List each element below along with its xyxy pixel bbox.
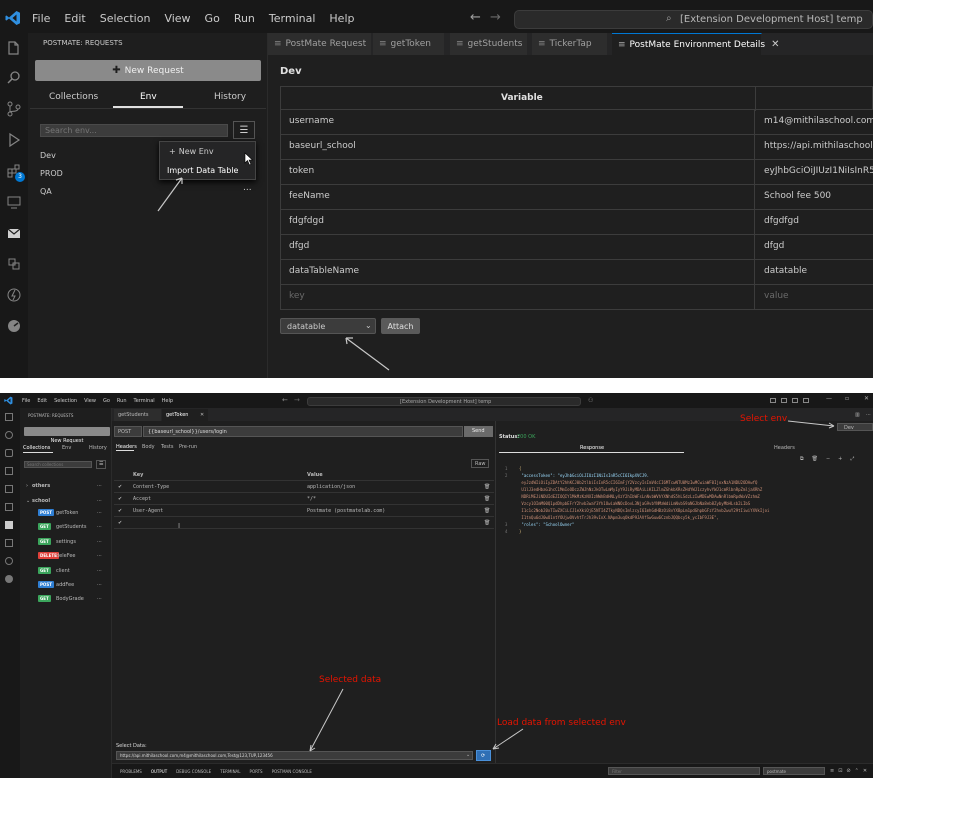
tab-label: TickerTap	[549, 39, 592, 49]
variable-key[interactable]: username	[289, 116, 334, 126]
variable-value[interactable]: m14@mithilaschool.com	[764, 116, 873, 126]
value-placeholder[interactable]: value	[764, 291, 789, 301]
panel-tab-output[interactable]: OUTPUT	[151, 769, 167, 774]
lock-icon[interactable]: ⊡	[838, 768, 842, 774]
variable-row: username m14@mithilaschool.com	[280, 110, 873, 135]
editor-tab-gettoken[interactable]: ≡ getToken	[373, 33, 445, 55]
variable-value[interactable]: datatable	[764, 266, 807, 276]
variable-key[interactable]: dataTableName	[289, 266, 359, 276]
key-placeholder[interactable]: key	[289, 291, 305, 301]
file-icon: ≡	[538, 39, 546, 49]
file-icon: ≡	[379, 39, 387, 49]
close-panel-icon[interactable]: ✕	[863, 768, 867, 774]
file-icon: ≡	[618, 39, 626, 50]
attach-button[interactable]: Attach	[381, 318, 420, 334]
data-table-select[interactable]: datatable ⌄	[280, 318, 376, 334]
attach-label: Attach	[387, 321, 414, 331]
variable-value[interactable]: https://api.mithilaschool.com	[764, 141, 873, 151]
output-channel-value: postmate	[767, 769, 787, 774]
editor-tab-postmate-request[interactable]: ≡ PostMate Request	[268, 33, 372, 55]
data-table-select-value: datatable	[287, 322, 326, 331]
editor-tab-getstudents[interactable]: ≡ getStudents	[450, 33, 528, 55]
chevron-down-icon: ⌄	[365, 321, 372, 330]
annotation-arrows	[309, 420, 835, 752]
arrow-to-select	[345, 337, 390, 371]
tab-label: getToken	[390, 39, 431, 49]
variable-value[interactable]: eyJhbGciOiJIUzI1NiIsInR5cCI6	[764, 166, 873, 176]
panel-tab-postman-console[interactable]: POSTMAN CONSOLE	[272, 769, 312, 774]
variable-key[interactable]: baseurl_school	[289, 141, 356, 151]
variables-table-header: Variable	[280, 86, 873, 111]
variable-key[interactable]: dfgd	[289, 241, 309, 251]
close-icon[interactable]: ✕	[771, 39, 779, 50]
variable-value[interactable]: dfgdfgd	[764, 216, 799, 226]
panel-tab-ports[interactable]: PORTS	[250, 769, 263, 774]
variable-key[interactable]: token	[289, 166, 314, 176]
tab-label: getStudents	[467, 39, 523, 49]
list-icon[interactable]: ≡	[830, 768, 834, 774]
variable-row: token eyJhbGciOiJIUzI1NiIsInR5cCI6	[280, 160, 873, 185]
variable-row: dataTableName datatable	[280, 260, 873, 285]
output-filter-input[interactable]: Filter	[608, 767, 760, 775]
file-icon: ≡	[456, 39, 464, 49]
variable-column-header: Variable	[501, 93, 543, 103]
chevron-up-icon[interactable]: ⌃	[855, 768, 859, 774]
editor-tab-environment-details[interactable]: ≡ PostMate Environment Details ✕	[612, 33, 780, 55]
variable-value[interactable]: School fee 500	[764, 191, 831, 201]
variable-row: dfgd dfgd	[280, 235, 873, 260]
panel-tabs: PROBLEMS OUTPUT DEBUG CONSOLE TERMINAL P…	[120, 769, 312, 774]
variable-key[interactable]: fdgfdgd	[289, 216, 324, 226]
top-screenshot: File Edit Selection View Go Run Terminal…	[0, 0, 873, 378]
variable-row: fdgfdgd dfgdfgd	[280, 210, 873, 235]
variable-key[interactable]: feeName	[289, 191, 330, 201]
env-title: Dev	[280, 66, 302, 77]
bottom-screenshot: File Edit Selection View Go Run Terminal…	[0, 393, 873, 778]
arrow-to-import	[157, 177, 183, 212]
column-divider	[755, 87, 756, 111]
file-icon: ≡	[274, 39, 282, 49]
tab-label: PostMate Request	[285, 39, 367, 49]
panel-tab-problems[interactable]: PROBLEMS	[120, 769, 142, 774]
new-variable-row: key value	[280, 285, 873, 310]
variable-row: baseurl_school https://api.mithilaschool.…	[280, 135, 873, 160]
tab-label: PostMate Environment Details	[629, 39, 766, 50]
clear-icon[interactable]: ⊘	[846, 768, 850, 774]
variable-value[interactable]: dfgd	[764, 241, 784, 251]
panel-tab-debug-console[interactable]: DEBUG CONSOLE	[176, 769, 211, 774]
variable-row: feeName School fee 500	[280, 185, 873, 210]
editor-tab-tickertap[interactable]: ≡ TickerTap	[532, 33, 608, 55]
panel-actions: ≡ ⊡ ⊘ ⌃ ✕	[830, 768, 867, 774]
filter-placeholder: Filter	[612, 769, 622, 774]
output-channel-select[interactable]: postmate	[763, 767, 825, 775]
panel-tab-terminal[interactable]: TERMINAL	[220, 769, 240, 774]
